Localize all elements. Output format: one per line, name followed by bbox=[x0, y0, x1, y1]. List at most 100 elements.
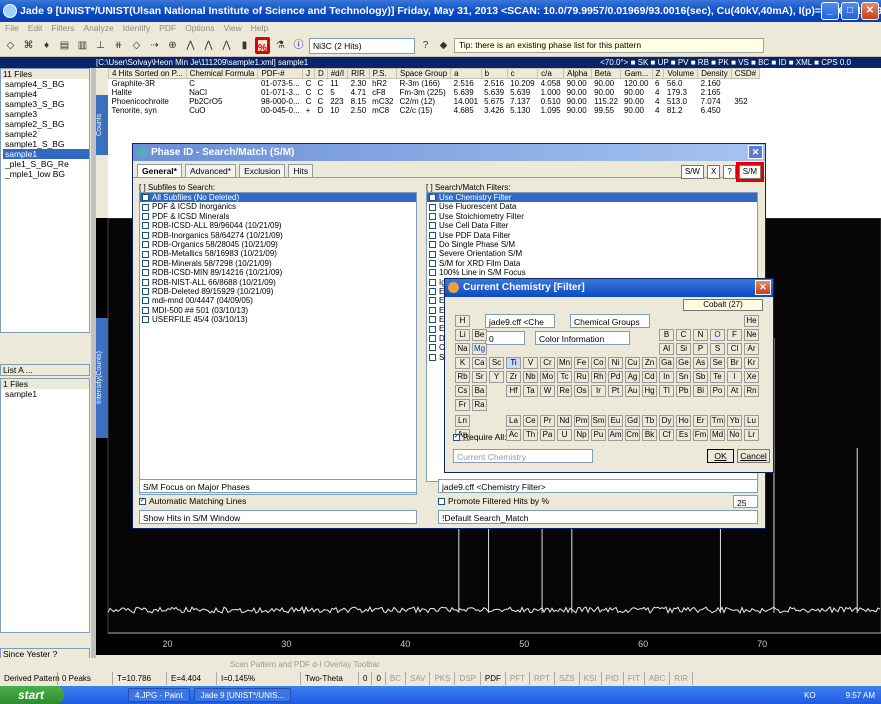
element-sb[interactable]: Sb bbox=[693, 371, 708, 383]
flag-bc[interactable]: ■ BC bbox=[751, 58, 771, 67]
file-item[interactable]: sample2_S_BG bbox=[3, 119, 89, 129]
menu-item-file[interactable]: File bbox=[5, 22, 19, 35]
flag-pv[interactable]: ■ PV bbox=[671, 58, 691, 67]
print-icon[interactable]: ▥ bbox=[75, 37, 90, 54]
element-pa[interactable]: Pa bbox=[540, 429, 555, 441]
filter-item[interactable]: S/M for XRD Film Data bbox=[427, 259, 757, 268]
file-item[interactable]: _mple1_low BG bbox=[3, 169, 89, 179]
chem-filter-select[interactable]: jade9.cff <Chemistry Filter> bbox=[438, 479, 758, 493]
filter-checkbox[interactable] bbox=[429, 222, 436, 229]
filter-checkbox[interactable] bbox=[429, 297, 436, 304]
menu-item-filters[interactable]: Filters bbox=[51, 22, 74, 35]
element-te[interactable]: Te bbox=[710, 371, 725, 383]
file-item[interactable]: sample1 bbox=[3, 389, 89, 399]
filter-item[interactable]: Use Fluorescent Data bbox=[427, 202, 757, 211]
filter-checkbox[interactable] bbox=[429, 354, 436, 361]
filter-checkbox[interactable] bbox=[429, 344, 436, 351]
element-pm[interactable]: Pm bbox=[574, 415, 589, 427]
status-flag-dsp[interactable]: DSP bbox=[455, 672, 480, 685]
element-tl[interactable]: Tl bbox=[659, 385, 674, 397]
element-na[interactable]: Na bbox=[455, 343, 470, 355]
element-ho[interactable]: Ho bbox=[676, 415, 691, 427]
subfile-checkbox[interactable] bbox=[142, 260, 149, 267]
status-flag-sav[interactable]: SAV bbox=[406, 672, 430, 685]
status-flag-rir[interactable]: RIR bbox=[670, 672, 693, 685]
subfile-checkbox[interactable] bbox=[142, 297, 149, 304]
flag-cps[interactable]: ■ CPS bbox=[814, 58, 840, 67]
element-re[interactable]: Re bbox=[557, 385, 572, 397]
promote-row[interactable]: Promote Filtered Hits by % bbox=[438, 496, 549, 506]
tab-exclusion[interactable]: Exclusion bbox=[239, 164, 285, 177]
default-sm-select[interactable]: !Default Search_Match bbox=[438, 510, 758, 524]
element-ag[interactable]: Ag bbox=[625, 371, 640, 383]
save-icon[interactable]: ▤ bbox=[57, 37, 72, 54]
element-ge[interactable]: Ge bbox=[676, 357, 691, 369]
filter-checkbox[interactable] bbox=[429, 204, 436, 211]
element-ne[interactable]: Ne bbox=[744, 329, 759, 341]
hits-column-header[interactable]: Chemical Formula bbox=[186, 69, 258, 79]
hits-column-header[interactable]: Density bbox=[698, 69, 732, 79]
element-cd[interactable]: Cd bbox=[642, 371, 657, 383]
element-bk[interactable]: Bk bbox=[642, 429, 657, 441]
wave2-icon[interactable]: ⋀ bbox=[219, 37, 234, 54]
filter-item[interactable]: Use Stoichiometry Filter bbox=[427, 212, 757, 221]
subfile-checkbox[interactable] bbox=[142, 307, 149, 314]
element-rb[interactable]: Rb bbox=[455, 371, 470, 383]
filter-checkbox[interactable] bbox=[429, 232, 436, 239]
element-dy[interactable]: Dy bbox=[659, 415, 674, 427]
element-cm[interactable]: Cm bbox=[625, 429, 640, 441]
info-icon[interactable]: ⓘ bbox=[291, 37, 306, 54]
element-hf[interactable]: Hf bbox=[506, 385, 521, 397]
element-o[interactable]: O bbox=[710, 329, 725, 341]
filter-item[interactable]: Use Cell Data Filter bbox=[427, 221, 757, 230]
filter-icon[interactable]: ⌘ bbox=[21, 37, 36, 54]
element-lu[interactable]: Lu bbox=[744, 415, 759, 427]
flag-rb[interactable]: ■ RB bbox=[691, 58, 711, 67]
dialog-close-icon[interactable]: ✕ bbox=[748, 145, 763, 159]
file-item[interactable]: sample2 bbox=[3, 129, 89, 139]
status-flag-ksi[interactable]: KSI bbox=[580, 672, 602, 685]
element-mo[interactable]: Mo bbox=[540, 371, 555, 383]
filter-checkbox[interactable] bbox=[429, 269, 436, 276]
arrow-icon[interactable]: ⇢ bbox=[147, 37, 162, 54]
element-ti[interactable]: Ti bbox=[506, 357, 521, 369]
element-po[interactable]: Po bbox=[710, 385, 725, 397]
element-h[interactable]: H bbox=[455, 315, 470, 327]
element-es[interactable]: Es bbox=[676, 429, 691, 441]
filter-checkbox[interactable]: ✓ bbox=[429, 194, 436, 201]
require-all-row[interactable]: ✓ Require All: bbox=[453, 432, 506, 442]
cff-select[interactable]: jade9.cff <Che bbox=[485, 314, 555, 328]
file-item[interactable]: sample3 bbox=[3, 109, 89, 119]
element-sc[interactable]: Sc bbox=[489, 357, 504, 369]
promote-value[interactable]: 25 bbox=[733, 495, 758, 508]
subfiles-list[interactable]: All Subfiles (No Deleted) PDF & ICSD Inor… bbox=[139, 192, 417, 482]
element-nb[interactable]: Nb bbox=[523, 371, 538, 383]
status-flag-pdf[interactable]: PDF bbox=[481, 672, 506, 685]
element-pr[interactable]: Pr bbox=[540, 415, 555, 427]
element-w[interactable]: W bbox=[540, 385, 555, 397]
diamond-icon[interactable]: ♦ bbox=[39, 37, 54, 54]
filter-checkbox[interactable] bbox=[429, 260, 436, 267]
element-fe[interactable]: Fe bbox=[574, 357, 589, 369]
taskbar-item[interactable]: Jade 9 [UNIST*/UNIS... bbox=[194, 688, 292, 702]
cancel-button[interactable]: Cancel bbox=[737, 449, 770, 463]
subfile-item[interactable]: RDB-ICSD-ALL 89/96044 (10/21/09) bbox=[140, 221, 416, 230]
filter-item[interactable]: ✓ Use Chemistry Filter bbox=[427, 193, 757, 202]
element-np[interactable]: Np bbox=[574, 429, 589, 441]
element-ra[interactable]: Ra bbox=[472, 399, 487, 411]
element-ga[interactable]: Ga bbox=[659, 357, 674, 369]
element-ca[interactable]: Ca bbox=[472, 357, 487, 369]
peak-icon[interactable]: ⊥ bbox=[93, 37, 108, 54]
hits-column-header[interactable]: b bbox=[481, 69, 507, 79]
hits-column-header[interactable]: a bbox=[451, 69, 481, 79]
flag-id[interactable]: ■ ID bbox=[771, 58, 788, 67]
element-kr[interactable]: Kr bbox=[744, 357, 759, 369]
element-at[interactable]: At bbox=[727, 385, 742, 397]
subfile-checkbox[interactable] bbox=[142, 288, 149, 295]
hits-column-header[interactable]: Space Group bbox=[397, 69, 451, 79]
status-flag-bc[interactable]: BC bbox=[386, 672, 406, 685]
table-row[interactable]: Graphite-3R C 01-073-5... C C 11 2.30 hR2 R-3m (… bbox=[109, 79, 760, 89]
subfile-item[interactable]: All Subfiles (No Deleted) bbox=[140, 193, 416, 202]
element-ru[interactable]: Ru bbox=[574, 371, 589, 383]
element-am[interactable]: Am bbox=[608, 429, 623, 441]
